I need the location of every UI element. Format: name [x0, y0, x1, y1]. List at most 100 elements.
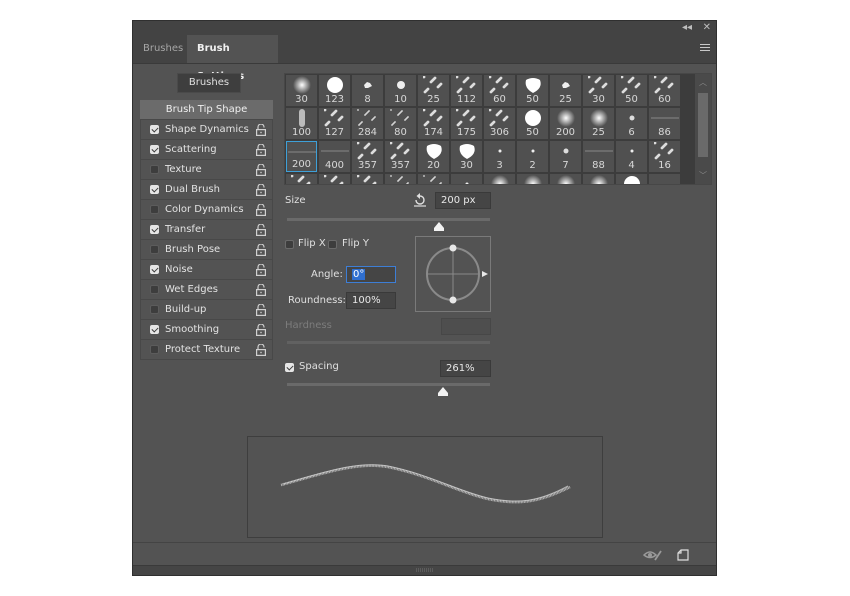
brush-preset[interactable]: [286, 174, 317, 184]
brush-preset[interactable]: 284: [352, 108, 383, 139]
option-checkbox[interactable]: [150, 325, 159, 334]
spacing-input[interactable]: 261%: [440, 360, 491, 377]
angle-dial[interactable]: [416, 237, 490, 311]
panel-menu-icon[interactable]: [700, 44, 710, 53]
sidebar-item-shape-dynamics[interactable]: Shape Dynamics: [141, 120, 272, 140]
brush-preset[interactable]: [352, 174, 383, 184]
brush-preset[interactable]: [649, 174, 680, 184]
lock-icon[interactable]: [256, 324, 266, 336]
brush-preset[interactable]: 8: [352, 75, 383, 106]
brush-preset[interactable]: 50: [517, 108, 548, 139]
brush-preset[interactable]: 30: [583, 75, 614, 106]
brush-preset[interactable]: 25: [418, 75, 449, 106]
brush-preset[interactable]: 30: [286, 75, 317, 106]
lock-icon[interactable]: [256, 304, 266, 316]
brush-preset[interactable]: 60: [484, 75, 515, 106]
brush-preset[interactable]: [319, 174, 350, 184]
lock-icon[interactable]: [256, 244, 266, 256]
resize-grip-icon[interactable]: [416, 568, 434, 572]
brush-preset[interactable]: 88: [583, 141, 614, 172]
brush-preset[interactable]: 50: [616, 75, 647, 106]
lock-icon[interactable]: [256, 164, 266, 176]
lock-icon[interactable]: [256, 184, 266, 196]
sidebar-item-dual-brush[interactable]: Dual Brush: [141, 180, 272, 200]
sidebar-item-wet-edges[interactable]: Wet Edges: [141, 280, 272, 300]
brush-preset[interactable]: 10: [385, 75, 416, 106]
sidebar-item-protect-texture[interactable]: Protect Texture: [141, 340, 272, 360]
option-checkbox[interactable]: [150, 125, 159, 134]
sidebar-item-build-up[interactable]: Build-up: [141, 300, 272, 320]
lock-icon[interactable]: [256, 224, 266, 236]
sidebar-item-color-dynamics[interactable]: Color Dynamics: [141, 200, 272, 220]
lock-icon[interactable]: [256, 144, 266, 156]
reset-size-icon[interactable]: [413, 193, 427, 207]
scroll-up-icon[interactable]: ︿: [699, 77, 707, 88]
brush-preset[interactable]: [583, 174, 614, 184]
brush-preset[interactable]: 20: [418, 141, 449, 172]
panel-resize-bar[interactable]: [133, 565, 716, 575]
sidebar-item-smoothing[interactable]: Smoothing: [141, 320, 272, 340]
brushes-button[interactable]: Brushes: [177, 73, 241, 93]
brush-preset[interactable]: 16: [649, 141, 680, 172]
brush-preset[interactable]: 100: [286, 108, 317, 139]
lock-icon[interactable]: [256, 124, 266, 136]
option-checkbox[interactable]: [150, 145, 159, 154]
brush-preset[interactable]: [418, 174, 449, 184]
double-chevron-left-icon[interactable]: ◂◂: [682, 22, 692, 34]
eye-slash-icon[interactable]: [643, 549, 663, 561]
angle-input[interactable]: 0°: [346, 266, 396, 283]
brush-preset[interactable]: 400: [319, 141, 350, 172]
size-input[interactable]: 200 px: [435, 192, 491, 209]
brush-preset[interactable]: 127: [319, 108, 350, 139]
size-slider-knob[interactable]: [434, 222, 445, 231]
brush-preset[interactable]: 30: [451, 141, 482, 172]
close-icon[interactable]: ✕: [703, 22, 711, 34]
brush-preset[interactable]: 175: [451, 108, 482, 139]
option-checkbox[interactable]: [150, 305, 159, 314]
brush-preset[interactable]: 200: [286, 141, 317, 172]
scrollbar-thumb[interactable]: [698, 93, 708, 157]
brush-preset[interactable]: [484, 174, 515, 184]
brush-preset[interactable]: 357: [352, 141, 383, 172]
new-brush-preset-icon[interactable]: [677, 549, 689, 561]
tab-brushes[interactable]: Brushes: [133, 35, 187, 63]
lock-icon[interactable]: [256, 344, 266, 356]
brush-preset[interactable]: 7: [550, 141, 581, 172]
sidebar-item-brush-pose[interactable]: Brush Pose: [141, 240, 272, 260]
sidebar-item-scattering[interactable]: Scattering: [141, 140, 272, 160]
scroll-down-icon[interactable]: ﹀: [699, 170, 707, 181]
option-checkbox[interactable]: [150, 165, 159, 174]
spacing-checkbox[interactable]: [285, 363, 294, 372]
sidebar-item-noise[interactable]: Noise: [141, 260, 272, 280]
option-checkbox[interactable]: [150, 265, 159, 274]
lock-icon[interactable]: [256, 284, 266, 296]
roundness-input[interactable]: 100%: [346, 292, 396, 309]
spacing-slider[interactable]: [287, 383, 490, 386]
sidebar-item-transfer[interactable]: Transfer: [141, 220, 272, 240]
spacing-slider-knob[interactable]: [438, 387, 449, 396]
flip-y-checkbox[interactable]: [328, 240, 337, 249]
tab-brush-settings[interactable]: Brush Settings: [187, 35, 278, 82]
brush-preset[interactable]: 306: [484, 108, 515, 139]
brush-preset[interactable]: 86: [649, 108, 680, 139]
brush-preset[interactable]: [616, 174, 647, 184]
sidebar-item-texture[interactable]: Texture: [141, 160, 272, 180]
option-checkbox[interactable]: [150, 185, 159, 194]
brush-preset[interactable]: [451, 174, 482, 184]
brush-preset[interactable]: 112: [451, 75, 482, 106]
brush-preset[interactable]: 60: [649, 75, 680, 106]
brush-preset[interactable]: 4: [616, 141, 647, 172]
brush-preset[interactable]: [517, 174, 548, 184]
brush-preset[interactable]: 50: [517, 75, 548, 106]
option-checkbox[interactable]: [150, 345, 159, 354]
brush-preset[interactable]: 25: [583, 108, 614, 139]
brush-preset[interactable]: 357: [385, 141, 416, 172]
brush-preset[interactable]: 3: [484, 141, 515, 172]
panel-titlebar[interactable]: ◂◂ ✕: [133, 21, 716, 35]
brush-preset[interactable]: 6: [616, 108, 647, 139]
brush-preset[interactable]: 2: [517, 141, 548, 172]
option-checkbox[interactable]: [150, 205, 159, 214]
brush-preset[interactable]: 25: [550, 75, 581, 106]
sidebar-item-brush-tip-shape[interactable]: Brush Tip Shape: [140, 100, 273, 120]
option-checkbox[interactable]: [150, 285, 159, 294]
